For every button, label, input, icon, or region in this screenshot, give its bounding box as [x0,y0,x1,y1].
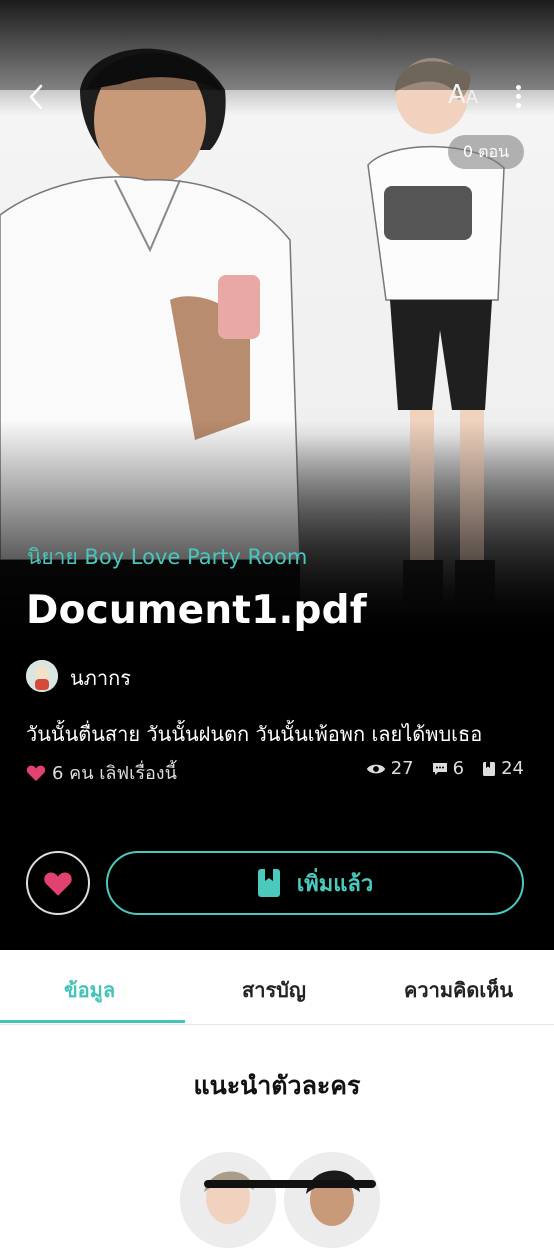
active-tab-indicator [0,1020,185,1023]
add-to-library-button[interactable]: เพิ่มแล้ว [106,851,524,915]
novel-category[interactable]: นิยาย Boy Love Party Room [27,541,307,574]
home-indicator [204,1180,376,1188]
tab-bar: ข้อมูล สารบัญ ความคิดเห็น [0,950,554,1025]
chapters-stat: 24 [482,758,524,779]
novel-title: Document1.pdf [26,588,367,633]
character-avatar-image [180,1152,276,1248]
top-bar: AA [0,60,554,140]
heart-icon [26,765,46,781]
likes-text: 6 คน เลิฟเรื่องนี้ [52,763,177,784]
tab-info[interactable]: ข้อมูล [64,974,115,1006]
views-count: 27 [390,758,414,779]
author-name[interactable]: นภากร [70,662,131,694]
more-vertical-icon [508,85,528,108]
chapters-count: 24 [501,758,524,779]
likes-summary: 6 คน เลิฟเรื่องนี้ [26,758,177,787]
heart-icon [44,871,72,896]
novel-tagline: วันนั้นตื่นสาย วันนั้นฝนตก วันนั้นเพ้อพก… [26,722,483,746]
back-button[interactable] [26,82,56,112]
character-avatar-image [284,1152,380,1248]
font-size-label: A [448,80,466,110]
character-avatar-2[interactable] [284,1152,380,1248]
eye-icon [366,764,385,773]
add-to-library-label: เพิ่มแล้ว [296,871,374,897]
hero-cover: AA 0 ตอน นิยาย Boy Love Party Room Docum… [0,0,554,950]
chevron-left-icon [29,84,43,110]
comments-stat: 6 [432,758,464,779]
novel-stats: 27 6 24 [366,758,524,779]
font-size-button[interactable]: AA [448,80,478,110]
tab-contents[interactable]: สารบัญ [242,974,306,1006]
book-icon [483,761,496,776]
author-avatar[interactable] [26,660,58,692]
tab-comments[interactable]: ความคิดเห็น [404,974,513,1006]
bookmark-icon [257,869,280,897]
font-size-label-small: A [465,87,479,108]
character-avatar-1[interactable] [180,1152,276,1248]
section-title: แนะนำตัวละคร [193,1071,361,1100]
author-avatar-image [26,660,58,692]
comments-count: 6 [452,758,465,779]
comment-icon [432,762,447,775]
episode-count-badge: 0 ตอน [448,135,524,169]
favorite-button[interactable] [26,851,90,915]
views-stat: 27 [366,758,414,779]
more-menu-button[interactable] [508,82,528,122]
